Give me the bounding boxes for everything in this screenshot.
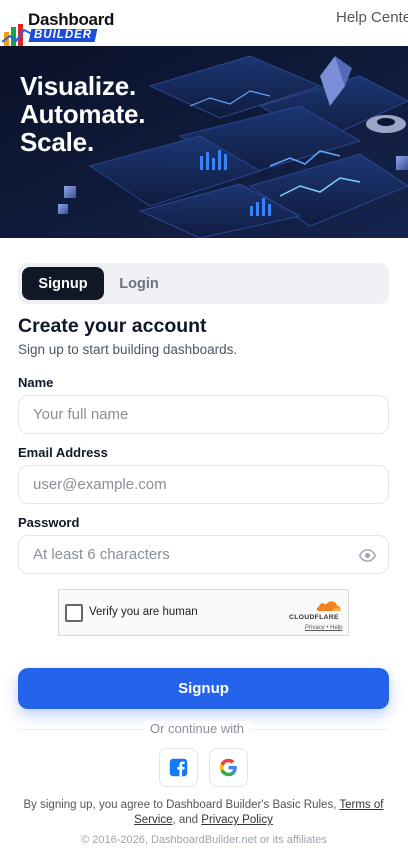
terms-notice: By signing up, you agree to Dashboard Bu… [18, 798, 389, 828]
facebook-icon [169, 758, 188, 777]
password-field [18, 535, 389, 574]
email-field [18, 465, 389, 504]
continue-with-label: Or continue with [144, 721, 250, 736]
name-label: Name [18, 375, 54, 390]
password-input[interactable] [19, 536, 388, 573]
copyright-text: © 2016-2026, DashboardBuilder.net or its… [81, 834, 327, 846]
hero-line-1: Visualize. [20, 71, 137, 101]
form-title: Create your account [18, 315, 207, 337]
top-bar: Dashboard BUILDER Help Center [0, 0, 408, 46]
hero-line-3: Scale. [20, 127, 94, 157]
tab-login[interactable]: Login [108, 267, 170, 300]
facebook-login-button[interactable] [159, 748, 198, 787]
google-login-button[interactable] [209, 748, 248, 787]
form-subtitle: Sign up to start building dashboards. [18, 342, 238, 357]
signup-button[interactable]: Signup [18, 668, 389, 709]
hero-headline: Visualize. Automate. Scale. [20, 71, 146, 157]
terms-prefix: By signing up, you agree to Dashboard Bu… [23, 799, 340, 811]
name-input[interactable] [19, 396, 388, 433]
captcha-links: Privacy • Help [305, 625, 342, 631]
captcha-checkbox[interactable] [65, 604, 83, 622]
google-icon [219, 758, 237, 777]
captcha-privacy-link[interactable]: Privacy [305, 625, 325, 631]
show-password-eye-icon[interactable] [359, 547, 376, 564]
name-field [18, 395, 389, 434]
password-label: Password [18, 515, 80, 530]
dashboard-builder-logo[interactable]: Dashboard BUILDER [2, 10, 114, 46]
captcha-label: Verify you are human [89, 606, 198, 618]
logo-text-bottom-label: BUILDER [34, 29, 93, 41]
cloudflare-captcha-widget: Verify you are human CLOUDFLARE Privacy … [58, 589, 349, 636]
email-input[interactable] [19, 466, 388, 503]
hero-line-2: Automate. [20, 99, 146, 129]
help-center-link[interactable]: Help Center [336, 9, 408, 26]
auth-tabs: Signup Login [18, 263, 389, 304]
tab-signup[interactable]: Signup [22, 267, 104, 300]
logo-text-top: Dashboard [28, 10, 115, 29]
cloudflare-wordmark: CLOUDFLARE [289, 614, 339, 621]
captcha-help-link[interactable]: Help [330, 625, 342, 631]
logo-text-bottom: BUILDER [28, 29, 98, 42]
hero-banner: Visualize. Automate. Scale. [0, 46, 408, 238]
privacy-policy-link[interactable]: Privacy Policy [201, 814, 273, 826]
email-label: Email Address [18, 445, 108, 460]
cloudflare-cloud-icon [316, 601, 341, 611]
terms-middle: , and [172, 814, 202, 826]
